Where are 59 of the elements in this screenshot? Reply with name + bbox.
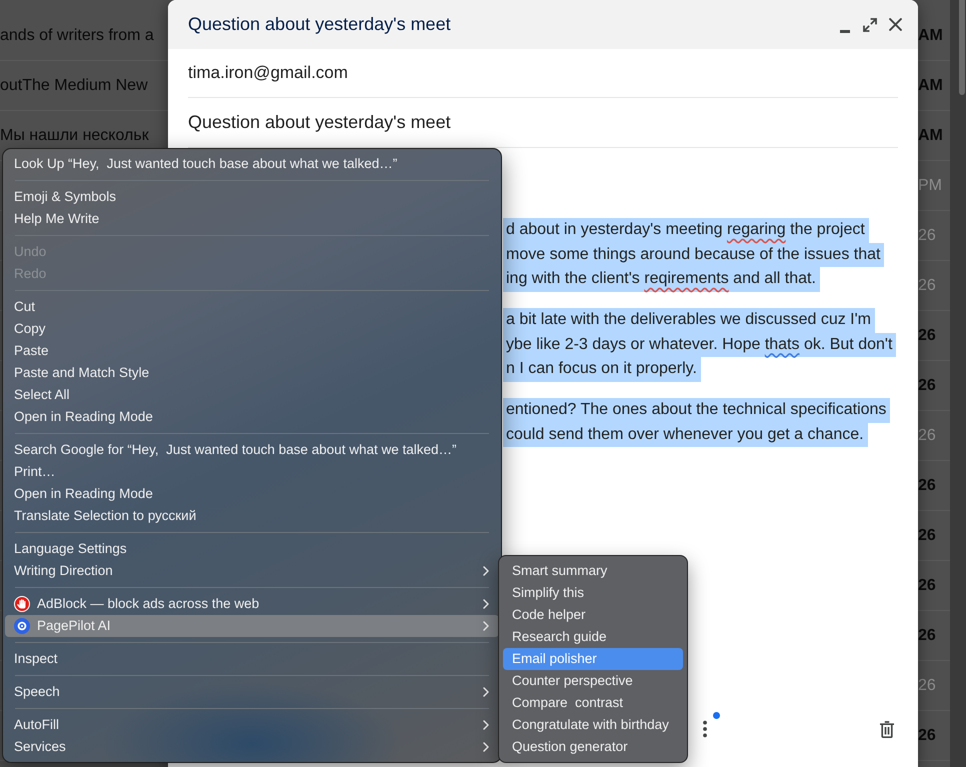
menu-item[interactable]: Look Up “Hey, Just wanted touch base about what we talked…”	[5, 153, 499, 175]
menu-item[interactable]: Translate Selection to русский	[5, 505, 499, 527]
menu-item[interactable]: Email polisher	[503, 648, 683, 670]
menu-item[interactable]: Question generator	[503, 736, 683, 758]
menu-item[interactable]: Help Me Write	[5, 208, 499, 230]
email-snippet: ands of writers from a	[0, 26, 154, 46]
email-date: PM	[918, 176, 943, 196]
menu-item[interactable]: Select All	[5, 384, 499, 406]
menu-item[interactable]: Congratulate with birthday	[503, 714, 683, 736]
email-date: 26	[918, 526, 937, 546]
email-date: 26	[918, 426, 937, 446]
email-date: 26	[918, 276, 937, 296]
compose-title: Question about yesterday's meet	[188, 13, 452, 36]
expand-icon	[863, 18, 877, 32]
scrollbar-thumb[interactable]	[959, 0, 965, 95]
minimize-icon	[840, 30, 850, 32]
email-date: AM	[918, 76, 944, 96]
menu-item[interactable]: Search Google for “Hey, Just wanted touch base about what we talked…”	[5, 439, 499, 461]
recipients-field[interactable]: tima.iron@gmail.com	[188, 49, 898, 98]
email-date: AM	[918, 126, 944, 146]
menu-item[interactable]: Compare contrast	[503, 692, 683, 714]
email-date: 26	[918, 326, 937, 346]
extension-logo-icon	[14, 618, 30, 634]
menu-item[interactable]: Language Settings	[5, 538, 499, 560]
more-options-icon	[703, 720, 707, 738]
menu-item[interactable]: AutoFill	[5, 714, 499, 736]
notification-dot-icon	[713, 712, 720, 719]
menu-item[interactable]: Services	[5, 736, 499, 758]
email-date: 26	[918, 476, 937, 496]
hand-icon	[14, 596, 30, 612]
menu-item[interactable]: Open in Reading Mode	[5, 483, 499, 505]
email-date: AM	[918, 26, 944, 46]
email-snippet: Мы нашли нескольк	[0, 126, 149, 146]
menu-item[interactable]: Writing Direction	[5, 560, 499, 582]
menu-item[interactable]: Paste and Match Style	[5, 362, 499, 384]
menu-item[interactable]: Print…	[5, 461, 499, 483]
email-date: 26	[918, 226, 937, 246]
menu-item[interactable]: Paste	[5, 340, 499, 362]
email-snippet: outThe Medium New	[0, 76, 148, 96]
menu-item[interactable]: PagePilot AI	[5, 615, 499, 637]
email-date: 26	[918, 576, 937, 596]
menu-item[interactable]: Research guide	[503, 626, 683, 648]
menu-item[interactable]: Counter perspective	[503, 670, 683, 692]
close-icon	[888, 18, 902, 31]
menu-item[interactable]: Open in Reading Mode	[5, 406, 499, 428]
email-date: 26	[918, 626, 937, 646]
menu-item[interactable]: Simplify this	[503, 582, 683, 604]
menu-item[interactable]: Emoji & Symbols	[5, 186, 499, 208]
menu-item[interactable]: Smart summary	[503, 560, 683, 582]
menu-item[interactable]: Inspect	[5, 648, 499, 670]
menu-item[interactable]: Code helper	[503, 604, 683, 626]
trash-icon	[880, 720, 894, 738]
menu-item[interactable]: AdBlock — block ads across the web	[5, 593, 499, 615]
menu-item[interactable]: Copy	[5, 318, 499, 340]
menu-item[interactable]: Speech	[5, 681, 499, 703]
email-date: 26	[918, 726, 937, 746]
email-date: 26	[918, 376, 937, 396]
email-date: 26	[918, 676, 937, 696]
menu-item[interactable]: Cut	[5, 296, 499, 318]
